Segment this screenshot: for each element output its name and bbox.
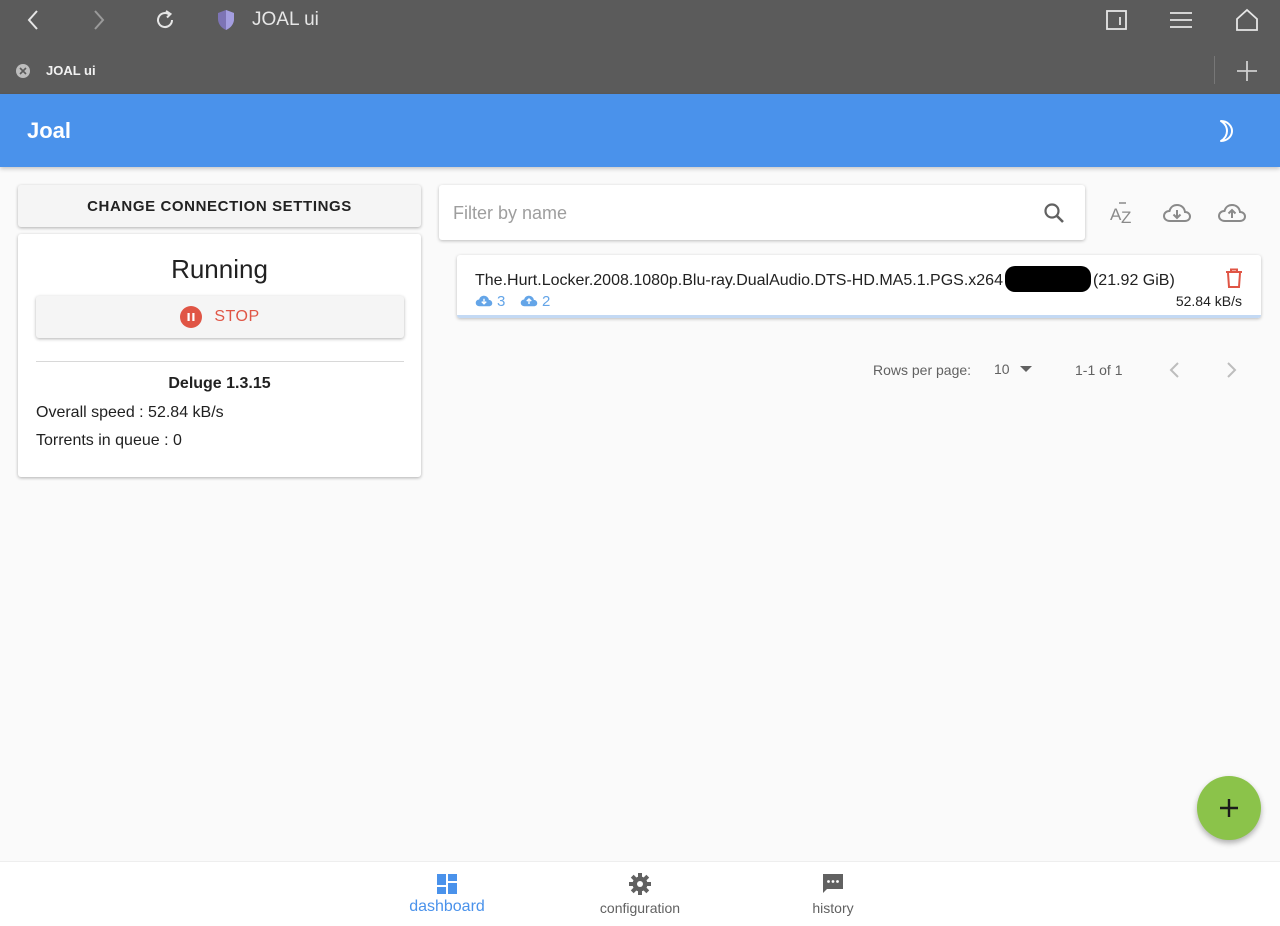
torrent-progress-bar bbox=[457, 315, 1261, 318]
nav-label: configuration bbox=[599, 900, 681, 916]
reload-icon bbox=[157, 10, 174, 29]
search-box bbox=[439, 185, 1085, 240]
torrents-in-queue: Torrents in queue : 0 bbox=[36, 432, 182, 449]
nav-label: history bbox=[812, 900, 854, 916]
tab-divider bbox=[1214, 56, 1215, 84]
chat-icon bbox=[823, 874, 843, 893]
svg-text:Z: Z bbox=[1121, 208, 1131, 227]
cloud-download-icon bbox=[475, 295, 493, 307]
torrent-speed: 52.84 kB/s bbox=[1175, 293, 1242, 309]
cloud-upload-icon[interactable] bbox=[1217, 199, 1247, 229]
cloud-upload-icon bbox=[520, 295, 538, 307]
menu-button[interactable] bbox=[1167, 6, 1195, 34]
pagination: Rows per page: 10 1-1 of 1 bbox=[860, 355, 1260, 383]
change-connection-settings-button[interactable]: CHANGE CONNECTION SETTINGS bbox=[18, 185, 421, 227]
pause-icon bbox=[180, 306, 203, 328]
bottom-navigation: dashboard configuration history bbox=[0, 861, 1280, 926]
app-bar: Joal bbox=[0, 94, 1280, 167]
app-title: Joal bbox=[27, 118, 72, 143]
tab-close-button[interactable] bbox=[16, 64, 30, 78]
nav-configuration[interactable]: configuration bbox=[570, 872, 710, 922]
divider bbox=[36, 361, 404, 362]
tabs-button[interactable] bbox=[1103, 6, 1131, 34]
forward-icon bbox=[94, 10, 105, 30]
search-input[interactable] bbox=[453, 199, 1023, 227]
search-icon[interactable] bbox=[1042, 201, 1066, 225]
rows-per-page-select[interactable]: 10 bbox=[994, 361, 1032, 377]
tabs-icon bbox=[1106, 10, 1127, 30]
reload-button[interactable] bbox=[151, 6, 179, 34]
leechers-count: 3 bbox=[475, 292, 505, 310]
gear-icon bbox=[629, 873, 651, 895]
add-torrent-button[interactable] bbox=[1197, 776, 1261, 840]
nav-label: dashboard bbox=[409, 898, 485, 915]
stop-label: STOP bbox=[214, 308, 260, 325]
chevron-right-icon[interactable] bbox=[1220, 359, 1242, 381]
page-title: JOAL ui bbox=[252, 9, 319, 30]
torrent-item[interactable]: The.Hurt.Locker.2008.1080p.Blu-ray.DualA… bbox=[457, 255, 1261, 318]
status-card: Running STOP Deluge 1.3.15 Overall speed… bbox=[18, 234, 421, 477]
close-icon bbox=[19, 67, 27, 75]
overall-speed: Overall speed : 52.84 kB/s bbox=[36, 404, 224, 421]
browser-toolbar: JOAL ui JOAL ui bbox=[0, 0, 1280, 94]
plus-icon bbox=[1220, 799, 1238, 817]
torrent-size: (21.92 GiB) bbox=[1092, 272, 1175, 289]
seeders-count: 2 bbox=[520, 292, 550, 310]
back-icon bbox=[27, 10, 38, 30]
back-button[interactable] bbox=[20, 6, 48, 34]
trash-icon[interactable] bbox=[1223, 267, 1245, 289]
status-title: Running bbox=[171, 254, 268, 284]
moon-icon[interactable] bbox=[1212, 118, 1238, 144]
client-name: Deluge 1.3.15 bbox=[168, 375, 271, 392]
torrent-name-prefix: The.Hurt.Locker.2008.1080p.Blu-ray.DualA… bbox=[475, 272, 1003, 289]
browser-nav-row: JOAL ui bbox=[0, 0, 1280, 40]
chevron-left-icon[interactable] bbox=[1164, 359, 1186, 381]
stop-button[interactable]: STOP bbox=[36, 296, 404, 338]
browser-tab[interactable]: JOAL ui bbox=[0, 50, 1280, 90]
nav-dashboard[interactable]: dashboard bbox=[377, 872, 517, 922]
rows-per-page-label: Rows per page: bbox=[873, 362, 972, 378]
torrent-name: The.Hurt.Locker.2008.1080p.Blu-ray.DualA… bbox=[475, 266, 1175, 292]
cloud-download-icon[interactable] bbox=[1162, 199, 1192, 229]
plus-icon[interactable] bbox=[1234, 58, 1260, 84]
menu-icon bbox=[1170, 12, 1192, 28]
redaction-block bbox=[1004, 266, 1091, 292]
page-range: 1-1 of 1 bbox=[1075, 362, 1123, 378]
forward-button[interactable] bbox=[84, 6, 112, 34]
home-button[interactable] bbox=[1233, 6, 1261, 34]
caret-down-icon bbox=[1019, 366, 1032, 372]
home-icon bbox=[1236, 8, 1258, 31]
shield-icon bbox=[218, 10, 234, 30]
dashboard-icon bbox=[437, 874, 457, 894]
sort-az-icon[interactable]: A Z bbox=[1107, 199, 1137, 229]
tab-title: JOAL ui bbox=[46, 63, 96, 78]
nav-history[interactable]: history bbox=[763, 872, 903, 922]
